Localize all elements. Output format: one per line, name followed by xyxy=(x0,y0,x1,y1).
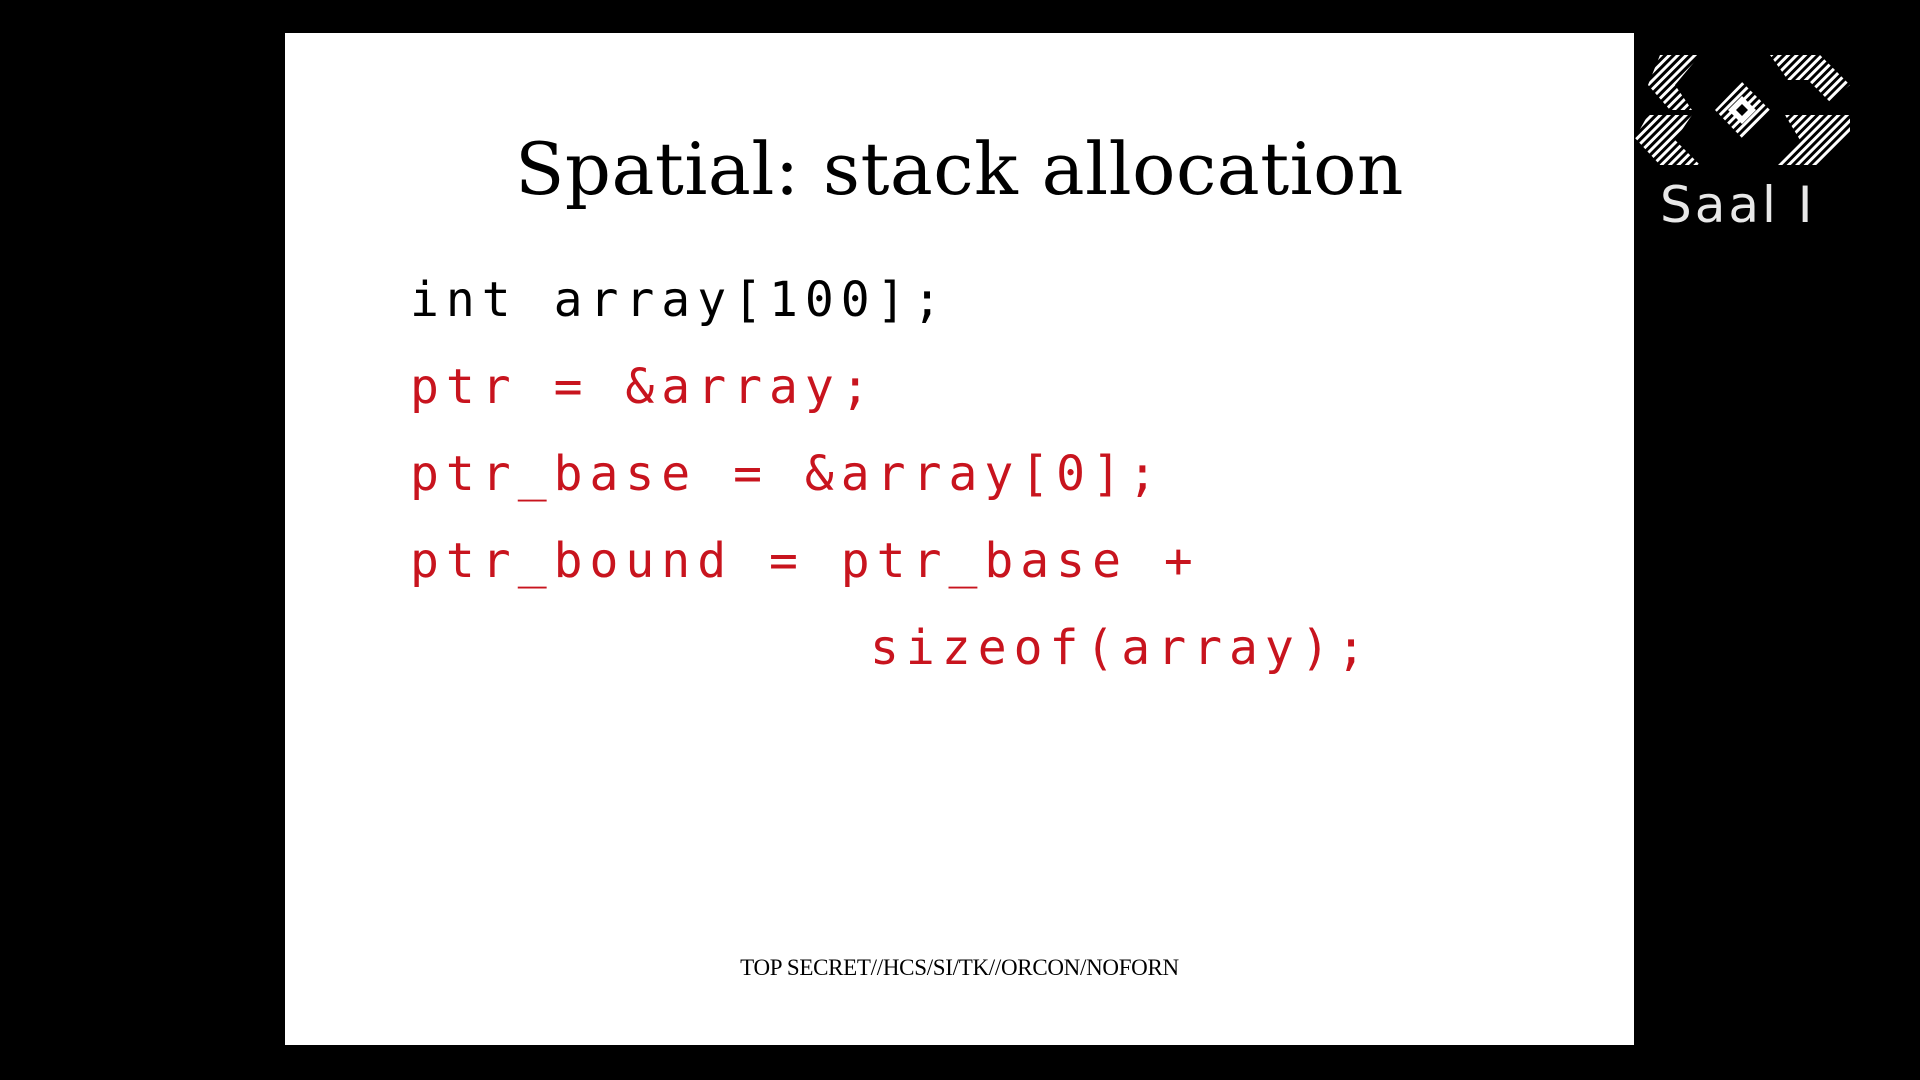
code-line-sizeof: sizeof(array); xyxy=(870,620,1373,676)
room-label: Saal I xyxy=(1660,176,1816,234)
slide-title: Spatial: stack allocation xyxy=(515,127,1404,211)
congress-logo-icon xyxy=(1635,55,1850,165)
classification-banner: TOP SECRET//HCS/SI/TK//ORCON/NOFORN xyxy=(740,955,1179,980)
code-line-ptr: ptr = &array; xyxy=(410,359,877,415)
code-line-ptr-base: ptr_base = &array[0]; xyxy=(410,446,1164,502)
code-line-ptr-bound: ptr_bound = ptr_base + xyxy=(410,533,1200,589)
video-frame: Spatial: stack allocation int array[100]… xyxy=(0,0,1920,1080)
code-line-declaration: int array[100]; xyxy=(410,272,949,328)
presentation-slide: Spatial: stack allocation int array[100]… xyxy=(285,33,1634,1045)
